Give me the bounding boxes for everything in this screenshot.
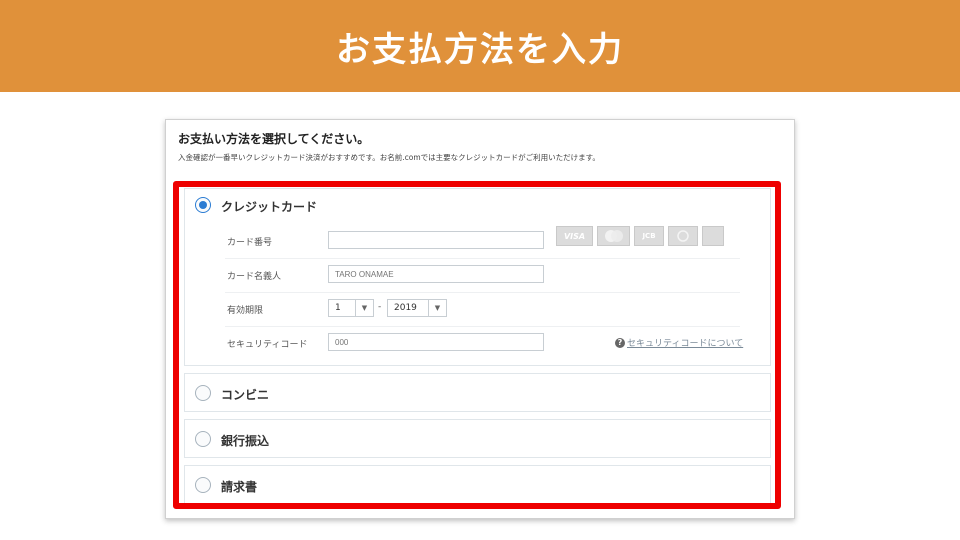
security-code-help[interactable]: ? セキュリティコードについて bbox=[615, 336, 743, 349]
panel-heading: お支払い方法を選択してください。 bbox=[178, 132, 370, 146]
expiry-month-value: 1 bbox=[335, 303, 341, 313]
radio-credit-card[interactable] bbox=[195, 197, 211, 213]
expiry-year-select[interactable]: 2019 ▼ bbox=[387, 299, 447, 317]
expiry-year-value: 2019 bbox=[394, 303, 417, 313]
bank-transfer-label[interactable]: 銀行振込 bbox=[221, 432, 269, 449]
payment-option-credit-card: クレジットカード カード番号 VISA JCB カード名義人 有効期限 1 ▼ bbox=[184, 188, 771, 366]
card-brand-logos: VISA JCB bbox=[556, 226, 724, 246]
visa-logo: VISA bbox=[556, 226, 593, 246]
invoice-label[interactable]: 請求書 bbox=[221, 478, 257, 495]
security-code-row: セキュリティコード ?セキュリティコードについて bbox=[225, 327, 743, 361]
payment-option-bank-transfer[interactable]: 銀行振込 bbox=[184, 419, 771, 458]
card-holder-input[interactable] bbox=[328, 265, 544, 283]
convenience-store-label[interactable]: コンビニ bbox=[221, 386, 269, 403]
expiry-month-select[interactable]: 1 ▼ bbox=[328, 299, 374, 317]
page-title: お支払方法を入力 bbox=[336, 29, 624, 70]
expiry-separator: - bbox=[378, 302, 382, 312]
payment-option-convenience-store[interactable]: コンビニ bbox=[184, 373, 771, 412]
security-code-label: セキュリティコード bbox=[227, 340, 308, 350]
radio-convenience-store[interactable] bbox=[195, 385, 211, 401]
expiry-row: 有効期限 1 ▼ - 2019 ▼ bbox=[225, 293, 740, 327]
panel-description: 入金確認が一番早いクレジットカード決済がおすすめです。お名前.comでは主要なク… bbox=[178, 153, 600, 162]
radio-bank-transfer[interactable] bbox=[195, 431, 211, 447]
expiry-label: 有効期限 bbox=[227, 306, 264, 316]
card-number-input[interactable] bbox=[328, 231, 544, 249]
amex-logo bbox=[702, 226, 724, 246]
credit-card-label[interactable]: クレジットカード bbox=[221, 198, 317, 215]
security-code-help-link[interactable]: セキュリティコードについて bbox=[627, 339, 743, 349]
radio-invoice[interactable] bbox=[195, 477, 211, 493]
diners-logo bbox=[668, 226, 698, 246]
jcb-logo: JCB bbox=[634, 226, 664, 246]
payment-method-panel: お支払い方法を選択してください。 入金確認が一番早いクレジットカード決済がおすす… bbox=[165, 119, 795, 519]
security-code-input[interactable] bbox=[328, 333, 544, 351]
question-icon: ? bbox=[615, 337, 625, 348]
card-holder-row: カード名義人 bbox=[225, 259, 740, 293]
mastercard-logo bbox=[597, 226, 630, 246]
chevron-down-icon: ▼ bbox=[428, 300, 446, 316]
payment-option-invoice[interactable]: 請求書 bbox=[184, 465, 771, 504]
chevron-down-icon: ▼ bbox=[355, 300, 373, 316]
card-number-label: カード番号 bbox=[227, 238, 273, 248]
header-banner: お支払方法を入力 bbox=[0, 0, 960, 92]
card-holder-label: カード名義人 bbox=[227, 272, 282, 282]
